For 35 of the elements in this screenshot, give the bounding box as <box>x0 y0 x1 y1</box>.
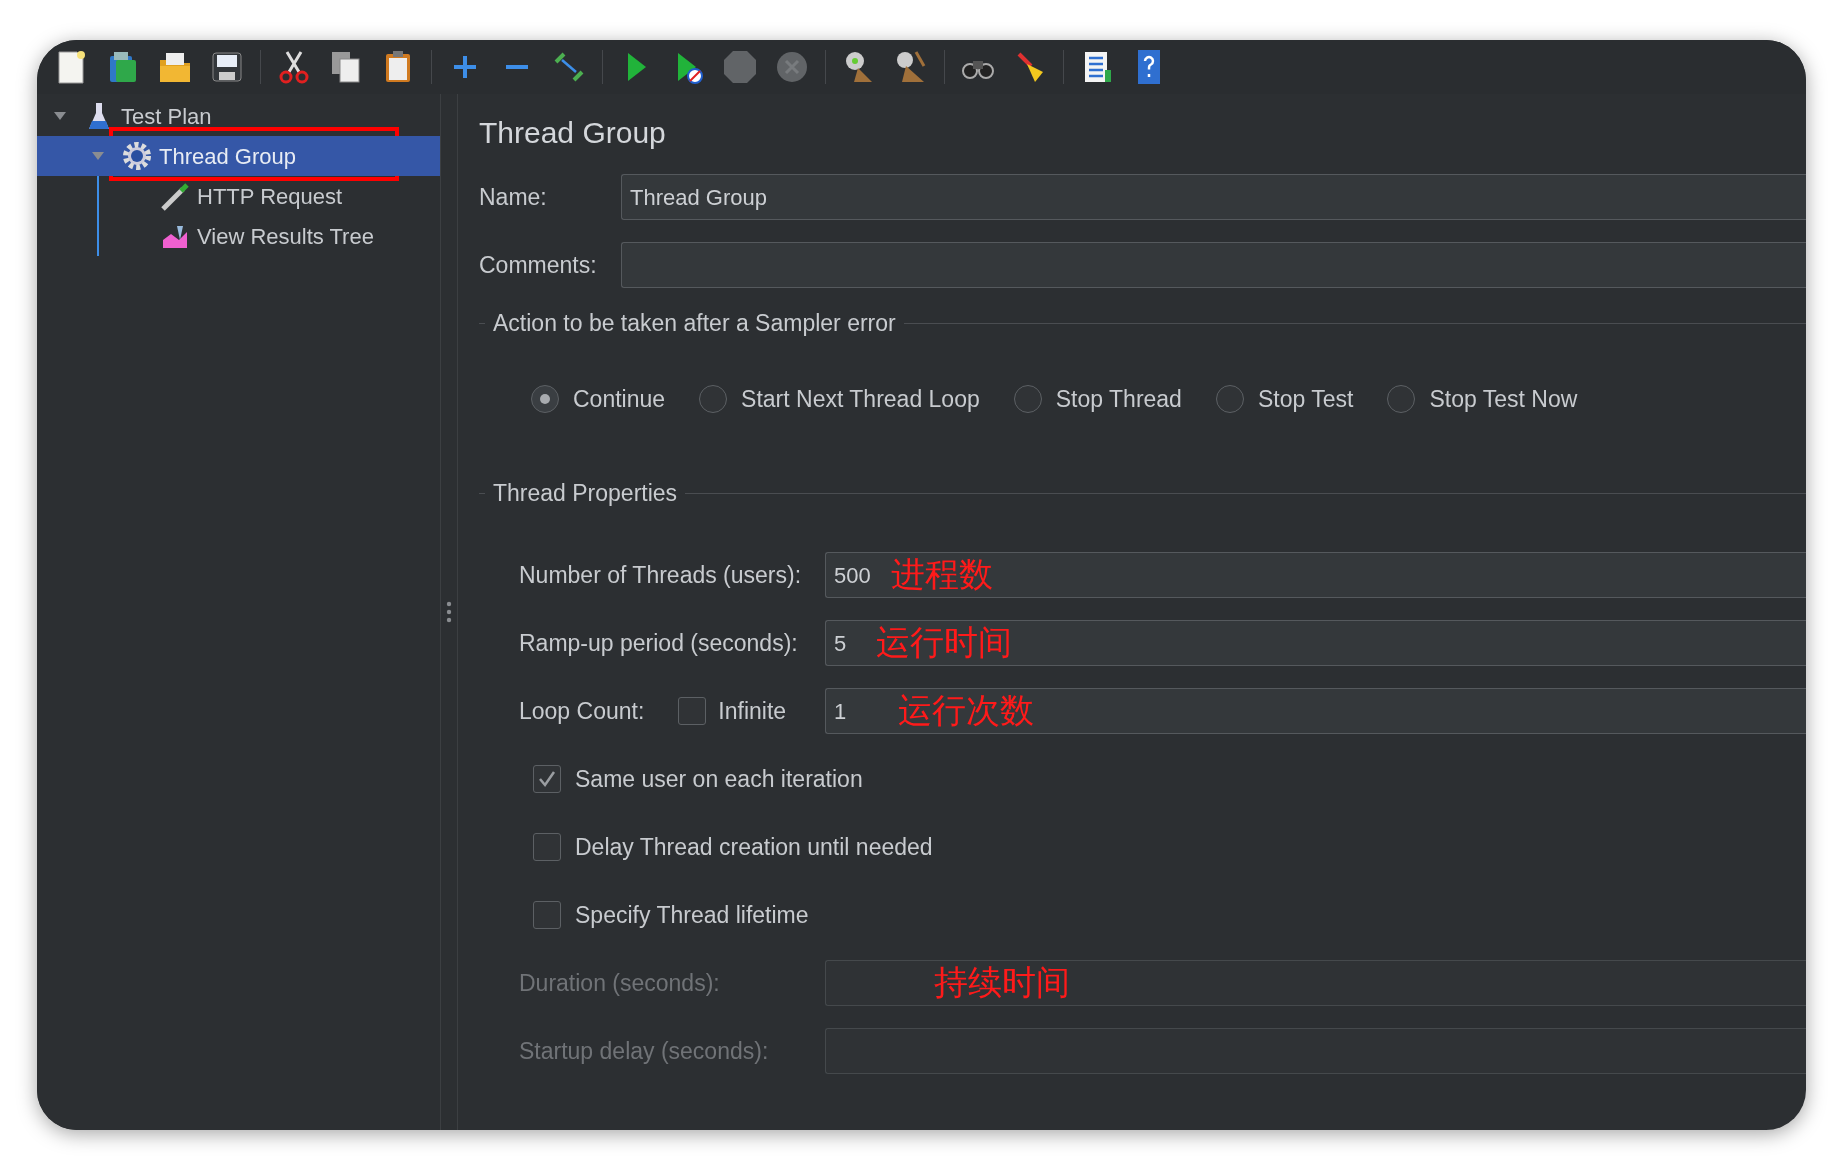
radio-label: Stop Test Now <box>1429 384 1578 414</box>
name-field[interactable]: Thread Group <box>621 174 1806 220</box>
field-label: Duration (seconds): <box>519 968 720 998</box>
input-field[interactable]: 5 运行时间 <box>825 620 1806 666</box>
annotation-text: 进程数 <box>890 554 993 595</box>
annotation-text: 运行时间 <box>876 622 1013 663</box>
radio-label: Stop Thread <box>1055 384 1182 414</box>
tree-label: View Results Tree <box>197 222 374 251</box>
field-label: Comments: <box>479 250 598 280</box>
checkbox-label: Delay Thread creation until needed <box>575 832 933 862</box>
field-label: Name: <box>479 182 548 212</box>
field-label: Loop Count: <box>519 696 645 726</box>
section-legend: Thread Properties <box>485 475 686 511</box>
panel-title: Thread Group <box>479 115 667 148</box>
checkbox-label: Same user on each iteration <box>575 764 863 794</box>
field-label: Number of Threads (users): <box>519 560 802 590</box>
checkbox-label: Infinite <box>718 696 787 726</box>
tree-item[interactable]: HTTP Request <box>37 176 440 216</box>
tree-item[interactable]: View Results Tree <box>37 216 440 256</box>
annotation-text: 持续时间 <box>934 962 1070 1003</box>
tree-label: Test Plan <box>121 102 212 131</box>
tree-label: Thread Group <box>159 142 296 171</box>
tree-item[interactable]: Thread Group <box>37 136 440 176</box>
annotation-text: 运行次数 <box>898 690 1035 731</box>
tree-label: HTTP Request <box>197 182 343 211</box>
field-label: Startup delay (seconds): <box>519 1036 769 1066</box>
checkbox-label: Specify Thread lifetime <box>575 900 809 930</box>
field-label: Ramp-up period (seconds): <box>519 628 798 658</box>
input-field[interactable]: 1 运行次数 <box>825 688 1806 734</box>
tree-item[interactable]: Test Plan <box>37 96 440 136</box>
input-field[interactable]: 500 进程数 <box>825 552 1806 598</box>
radio-label: Stop Test <box>1257 384 1354 414</box>
section-legend: Action to be taken after a Sampler error <box>485 305 904 341</box>
radio-label: Start Next Thread Loop <box>741 384 980 414</box>
radio-label: Continue <box>573 384 666 414</box>
